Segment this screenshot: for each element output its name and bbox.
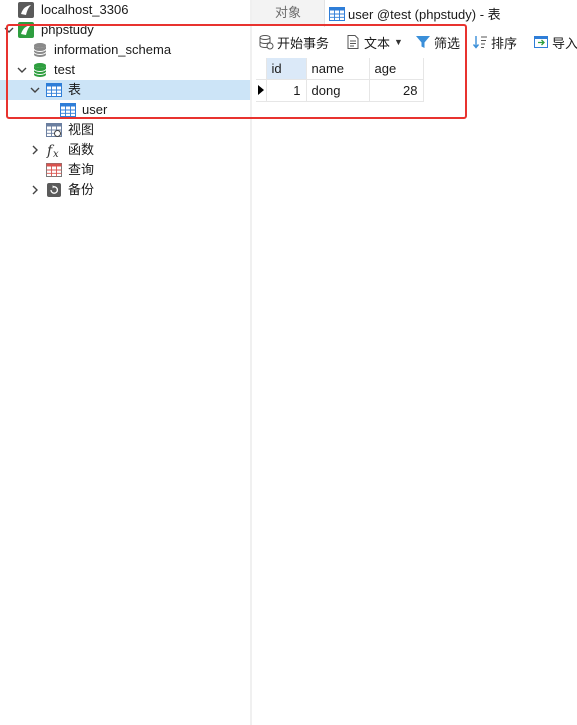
database-icon <box>32 62 48 78</box>
filter-button[interactable]: 筛选 <box>409 30 466 54</box>
function-icon: fx <box>46 141 62 159</box>
view-icon <box>46 122 62 138</box>
import-icon <box>533 34 549 50</box>
toolbar: 开始事务 文本 ▼ 筛选 排序 导入 <box>252 28 577 56</box>
mysql-connection-icon <box>18 2 34 18</box>
tree-item-label: 备份 <box>68 182 95 197</box>
table-icon <box>46 82 62 98</box>
tree-item-information-schema[interactable]: information_schema <box>0 40 250 60</box>
import-label: 导入 <box>551 35 577 51</box>
tree-item-phpstudy[interactable]: phpstudy <box>0 20 250 40</box>
text-button[interactable]: 文本 ▼ <box>339 30 409 54</box>
tab-user-table[interactable]: user @test (phpstudy) - 表 <box>324 0 577 27</box>
table-icon <box>329 6 345 22</box>
tree-item-user-table[interactable]: user <box>0 100 250 120</box>
tree-item-localhost[interactable]: localhost_3306 <box>0 0 250 20</box>
tab-strip: 对象 user @test (phpstudy) - 表 <box>252 0 577 27</box>
begin-transaction-label: 开始事务 <box>277 35 330 51</box>
svg-text:x: x <box>53 149 59 159</box>
row-header-corner <box>256 58 267 80</box>
tree-item-label: user <box>82 102 108 117</box>
tree-item-label: test <box>54 62 75 77</box>
grid-header-row: id name age <box>256 58 424 80</box>
current-row-marker[interactable] <box>256 79 267 102</box>
sort-icon <box>472 34 488 50</box>
tree-item-functions[interactable]: fx 函数 <box>0 140 250 160</box>
transaction-icon <box>258 34 274 50</box>
column-header-id[interactable]: id <box>266 58 307 80</box>
navigation-tree: localhost_3306 phpstudy information_sche… <box>0 0 250 725</box>
table-icon <box>60 102 76 118</box>
sort-label: 排序 <box>490 35 517 51</box>
filter-icon <box>415 34 431 50</box>
tree-item-label: 表 <box>68 82 82 97</box>
tree-item-tables[interactable]: 表 <box>0 80 250 100</box>
tree-item-label: 视图 <box>68 122 95 137</box>
mysql-connection-icon <box>18 22 34 38</box>
database-icon <box>32 42 48 58</box>
chevron-down-icon[interactable] <box>16 64 28 76</box>
query-icon <box>46 162 62 178</box>
tree-item-label: information_schema <box>54 42 172 57</box>
backup-icon <box>46 182 62 198</box>
chevron-right-icon[interactable] <box>29 184 41 196</box>
chevron-down-icon[interactable] <box>29 84 41 96</box>
chevron-right-icon[interactable] <box>29 144 41 156</box>
cell-id[interactable]: 1 <box>266 79 307 102</box>
document-icon <box>345 34 361 50</box>
tab-objects[interactable]: 对象 <box>252 0 324 26</box>
cell-age[interactable]: 28 <box>369 79 424 102</box>
filter-label: 筛选 <box>433 35 460 51</box>
column-header-name[interactable]: name <box>306 58 370 80</box>
tree-item-backups[interactable]: 备份 <box>0 180 250 200</box>
sort-button[interactable]: 排序 <box>466 30 523 54</box>
tree-item-label: 查询 <box>68 162 95 177</box>
column-header-age[interactable]: age <box>369 58 424 80</box>
tree-item-label: phpstudy <box>41 22 94 37</box>
cell-name[interactable]: dong <box>306 79 370 102</box>
begin-transaction-button[interactable]: 开始事务 <box>252 30 335 54</box>
table-row[interactable]: 1 dong 28 <box>256 79 424 102</box>
chevron-down-icon[interactable] <box>3 24 15 36</box>
tree-item-views[interactable]: 视图 <box>0 120 250 140</box>
tree-item-label: localhost_3306 <box>41 2 129 17</box>
row-pointer-icon <box>258 85 264 95</box>
pane-splitter[interactable] <box>250 0 252 725</box>
data-grid: id name age 1 dong 28 <box>256 58 424 102</box>
tree-item-queries[interactable]: 查询 <box>0 160 250 180</box>
tree-item-test[interactable]: test <box>0 60 250 80</box>
tree-item-label: 函数 <box>68 142 95 157</box>
tab-label: user @test (phpstudy) - 表 <box>348 7 501 22</box>
text-label: 文本 <box>364 35 391 51</box>
import-button[interactable]: 导入 <box>527 30 577 54</box>
dropdown-arrow-icon[interactable]: ▼ <box>394 37 403 47</box>
